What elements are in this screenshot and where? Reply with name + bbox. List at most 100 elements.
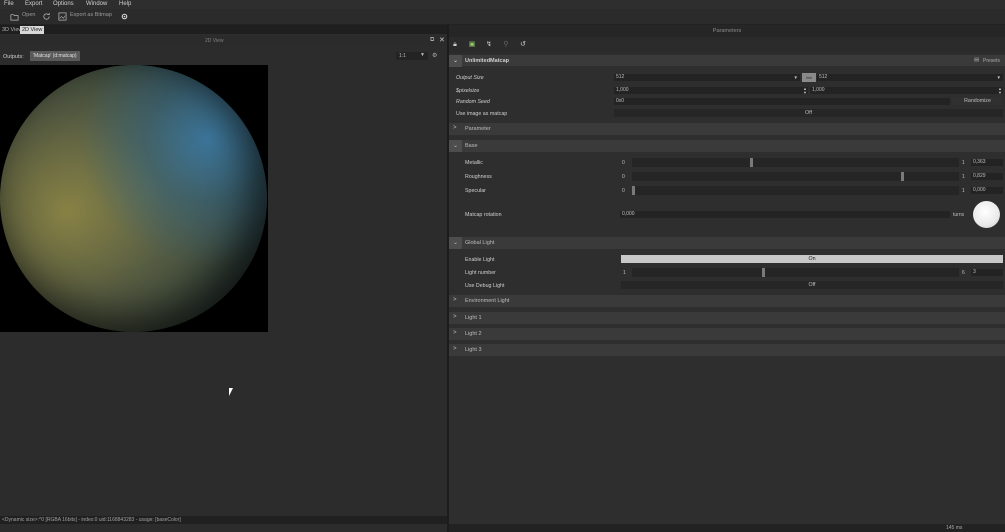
section-parameter[interactable]: > Parameter bbox=[449, 123, 1005, 135]
metallic-min: 0 bbox=[622, 160, 625, 166]
chevron-down-icon: ⌄ bbox=[453, 58, 459, 64]
presets-icon[interactable]: ▤ bbox=[974, 57, 979, 63]
light-number-max: 6 bbox=[962, 270, 965, 276]
matcap-rotation-label: Matcap rotation bbox=[465, 212, 502, 218]
menu-window[interactable]: Window bbox=[86, 1, 107, 7]
matcap-rotation-field[interactable]: 0,000 bbox=[620, 211, 950, 218]
metallic-slider[interactable] bbox=[632, 158, 959, 167]
specular-value[interactable]: 0,000 bbox=[971, 187, 1003, 194]
menu-export[interactable]: Export bbox=[25, 1, 42, 7]
menu-bar: File Export Options Window Help bbox=[0, 0, 1005, 9]
section-base[interactable]: ⌄ Base bbox=[449, 140, 1005, 152]
view-settings-icon[interactable]: ⚙ bbox=[432, 52, 437, 59]
section-light-3[interactable]: > Light 3 bbox=[449, 344, 1005, 356]
light-number-min: 1 bbox=[623, 270, 626, 276]
float-window-icon[interactable]: ⧉ bbox=[430, 37, 434, 44]
outputs-label: Outputs: bbox=[3, 54, 24, 60]
chevron-right-icon: > bbox=[453, 330, 457, 336]
matcap-sphere bbox=[0, 65, 267, 332]
section-base-title: Base bbox=[465, 143, 478, 149]
presets-button[interactable]: Presets bbox=[983, 58, 1000, 64]
output-size-height[interactable]: 512 ▼ bbox=[817, 74, 1003, 81]
enable-light-toggle[interactable]: On bbox=[621, 255, 1003, 263]
chevron-right-icon: > bbox=[453, 297, 457, 303]
use-image-toggle[interactable]: Off bbox=[614, 109, 1003, 117]
section-parameter-title: Parameter bbox=[465, 126, 491, 132]
tab-2d-view[interactable]: 2D View bbox=[20, 26, 45, 34]
roughness-min: 0 bbox=[622, 174, 625, 180]
use-image-label: Use image as matcap bbox=[456, 111, 508, 117]
render-time: 145 ms bbox=[946, 525, 963, 531]
matcap-rotation-unit: turns bbox=[953, 212, 965, 218]
chevron-right-icon: > bbox=[453, 125, 457, 131]
roughness-value[interactable]: 0,829 bbox=[971, 173, 1003, 180]
output-size-label: Output Size bbox=[456, 75, 484, 81]
menu-file[interactable]: File bbox=[4, 1, 14, 7]
pixelsize-x-field[interactable]: 1,000 ▲ ▼ bbox=[614, 87, 808, 94]
parameters-title: Parameters bbox=[449, 25, 1005, 37]
random-seed-field[interactable]: 0x0 bbox=[614, 98, 950, 105]
pixelsize-label: $pixelsize bbox=[456, 88, 480, 94]
specular-min: 0 bbox=[622, 188, 625, 194]
graph-header[interactable]: ⌄ UnlimitedMatcap ▤ Presets bbox=[449, 55, 1005, 67]
roughness-max: 1 bbox=[962, 174, 965, 180]
roughness-slider-handle[interactable] bbox=[901, 172, 904, 181]
section-global-light[interactable]: ⌄ Global Light bbox=[449, 237, 1005, 249]
chevron-down-icon: ⌄ bbox=[453, 143, 459, 149]
output-size-link-button[interactable]: link bbox=[802, 73, 816, 82]
lock-icon[interactable]: 🔒︎ bbox=[451, 41, 459, 49]
view-panel: 3D View 2D View 2D View ⧉ ✕ Outputs: 'Ma… bbox=[0, 25, 447, 532]
light-number-slider[interactable] bbox=[632, 268, 959, 277]
section-global-light-title: Global Light bbox=[465, 240, 495, 246]
metallic-max: 1 bbox=[962, 160, 965, 166]
zoom-select[interactable]: 1:1 ▼ bbox=[396, 52, 428, 60]
section-environment-light[interactable]: > Environment Light bbox=[449, 295, 1005, 307]
roughness-slider[interactable] bbox=[632, 172, 959, 181]
randomize-button[interactable]: Randomize bbox=[952, 97, 1003, 105]
rotation-dial[interactable] bbox=[973, 201, 1000, 228]
outputs-dropdown[interactable]: 'Matcap' (d:matcap) bbox=[30, 51, 80, 61]
unlock-icon[interactable]: ▣ bbox=[468, 41, 476, 49]
footer-bar: 145 ms bbox=[449, 524, 1005, 532]
specular-slider[interactable] bbox=[632, 186, 959, 195]
pixelsize-y-field[interactable]: 1,000 ▲ ▼ bbox=[810, 87, 1003, 94]
specular-max: 1 bbox=[962, 188, 965, 194]
random-seed-label: Random Seed bbox=[456, 99, 490, 105]
zoom-value: 1:1 bbox=[399, 53, 406, 59]
metallic-slider-handle[interactable] bbox=[750, 158, 753, 167]
debug-light-toggle[interactable]: Off bbox=[621, 281, 1003, 289]
menu-help[interactable]: Help bbox=[119, 1, 131, 7]
close-icon[interactable]: ✕ bbox=[439, 36, 445, 44]
section-light-3-title: Light 3 bbox=[465, 347, 482, 353]
mouse-cursor-icon bbox=[229, 388, 236, 396]
view-tabs: 3D View 2D View bbox=[0, 25, 447, 34]
status-bar: <Dynamic size>:^0 [RGBA 16bits] - index:… bbox=[0, 516, 447, 524]
refresh-icon[interactable] bbox=[42, 12, 51, 21]
section-light-2-title: Light 2 bbox=[465, 331, 482, 337]
specular-slider-handle[interactable] bbox=[632, 186, 635, 195]
roughness-label: Roughness bbox=[465, 174, 492, 180]
debug-light-label: Use Debug Light bbox=[465, 283, 505, 289]
output-size-height-value: 512 bbox=[819, 74, 828, 80]
menu-options[interactable]: Options bbox=[53, 1, 74, 7]
export-bitmap-icon[interactable] bbox=[58, 12, 67, 21]
section-light-1[interactable]: > Light 1 bbox=[449, 312, 1005, 324]
specular-label: Specular bbox=[465, 188, 486, 194]
reset-icon[interactable]: ↺ bbox=[519, 41, 527, 49]
metallic-value[interactable]: 0,363 bbox=[971, 159, 1003, 166]
parameters-toolbar: 🔒︎ ▣ ↯ ⚲ ↺ bbox=[449, 37, 1005, 53]
open-button[interactable]: Open bbox=[22, 12, 35, 18]
output-size-width[interactable]: 512 ▼ bbox=[614, 74, 800, 81]
light-number-value[interactable]: 3 bbox=[971, 269, 1003, 276]
pixelsize-y-value: 1,000 bbox=[812, 87, 825, 93]
history-icon[interactable]: ↯ bbox=[485, 41, 493, 49]
matcap-preview[interactable] bbox=[0, 65, 268, 332]
light-number-slider-handle[interactable] bbox=[762, 268, 765, 277]
section-light-2[interactable]: > Light 2 bbox=[449, 328, 1005, 340]
open-folder-icon[interactable] bbox=[10, 12, 19, 21]
chevron-down-icon: ▼ bbox=[420, 52, 425, 58]
export-bitmap-button[interactable]: Export as Bitmap bbox=[70, 12, 112, 18]
graph-name: UnlimitedMatcap bbox=[465, 58, 510, 64]
gear-icon[interactable] bbox=[120, 12, 129, 21]
metallic-label: Metallic bbox=[465, 160, 483, 166]
